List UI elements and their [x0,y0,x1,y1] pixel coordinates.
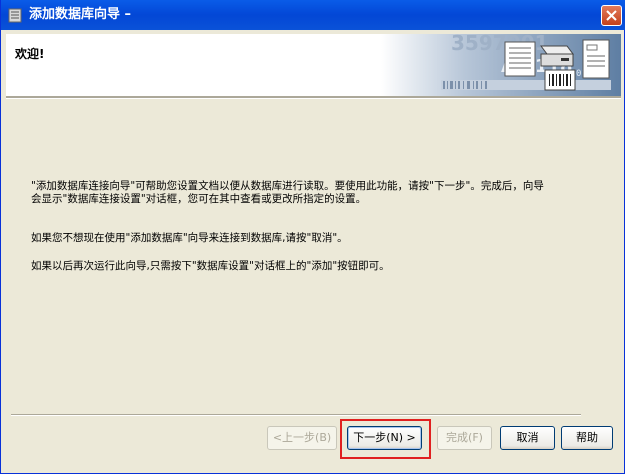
wizard-window: 添加数据库向导 – 欢迎! 3597001 A7-118 01110 [0,0,625,474]
cancel-button[interactable]: 取消 [500,426,555,450]
page-title: 欢迎! [15,47,45,61]
rerun-paragraph: 如果以后再次运行此向导,只需按下"数据库设置"对话框上的"添加"按钮即可。 [31,260,390,272]
back-button[interactable]: <上一步(B) [267,426,337,450]
next-button-highlight [340,419,431,459]
document-icon [504,41,536,77]
close-icon [606,10,617,21]
finish-button[interactable]: 完成(F) [437,426,492,450]
help-button[interactable]: 帮助 [561,426,613,450]
database-icon [8,8,22,23]
wizard-header: 欢迎! 3597001 A7-118 01110 [6,34,621,96]
header-divider [6,96,621,99]
barcode-card-icon [544,69,576,91]
button-divider [11,414,581,416]
banner-graphic: 3597001 A7-118 01110 [381,34,621,96]
cancel-paragraph: 如果您不想现在使用"添加数据库"向导来连接到数据库,请按"取消"。 [31,232,348,244]
window-title: 添加数据库向导 – [29,7,132,22]
barcode-graphic [441,80,611,90]
intro-paragraph: "添加数据库连接向导"可帮助您设置文档以便从数据库进行读取。要使用此功能，请按"… [31,180,544,205]
close-button[interactable] [601,5,622,26]
server-icon [540,45,574,67]
title-bar[interactable]: 添加数据库向导 – [1,0,625,30]
form-icon [582,39,610,79]
